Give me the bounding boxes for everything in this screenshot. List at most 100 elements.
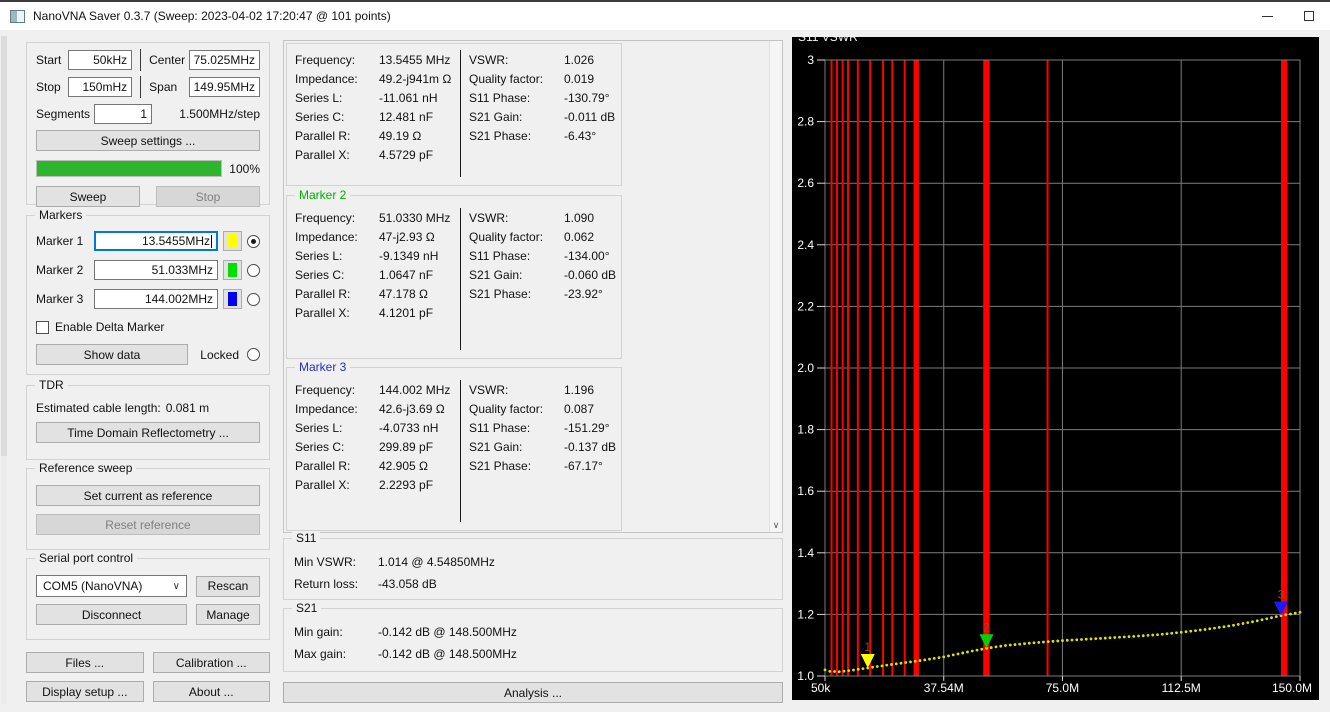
field-label: Series L: — [295, 420, 343, 435]
marker-data-scroll-area: Frequency: 13.5455 MHz Impedance: 49.2-j… — [283, 40, 783, 533]
marker-data-scrollbar[interactable]: ∨ — [769, 41, 782, 532]
field-label: Parallel X: — [295, 477, 350, 492]
field-label: Frequency: — [295, 210, 356, 225]
marker-color-button[interactable] — [223, 260, 242, 280]
marker-select-radio[interactable] — [247, 292, 260, 306]
marker-label: Marker 3 — [36, 292, 84, 306]
span-input[interactable]: 149.95MHz — [188, 77, 260, 97]
field-value: 1.026 — [564, 52, 595, 67]
disconnect-button[interactable]: Disconnect — [36, 604, 187, 625]
maximize-icon — [1304, 11, 1314, 21]
calibration-button[interactable]: Calibration ... — [152, 652, 270, 673]
data-row: S11 Phase: -151.29° — [469, 418, 621, 437]
locked-radio[interactable] — [247, 348, 260, 361]
data-row: VSWR: 1.090 — [469, 208, 621, 227]
svg-text:150.0M: 150.0M — [1272, 681, 1312, 695]
progress-percent: 100% — [229, 161, 260, 176]
sweep-control-frame: Start 50kHz Center 75.025MHz Stop 150mHz… — [26, 42, 270, 207]
data-row: VSWR: 1.026 — [469, 50, 621, 69]
set-reference-button[interactable]: Set current as reference — [36, 485, 260, 506]
start-label: Start — [36, 53, 62, 67]
s21-stats-title: S21 — [292, 601, 322, 615]
stop-label: Stop — [36, 80, 61, 94]
data-row: Parallel R: 49.19 Ω — [295, 126, 460, 145]
marker-select-radio[interactable] — [247, 234, 260, 248]
field-label: VSWR: — [469, 210, 509, 225]
field-label: Parallel R: — [295, 128, 351, 143]
field-value: 47.178 Ω — [379, 286, 429, 301]
center-input[interactable]: 75.025MHz — [188, 50, 260, 70]
maximize-button[interactable] — [1288, 2, 1330, 30]
files-button[interactable]: Files ... — [26, 652, 144, 673]
marker-select-radio[interactable] — [247, 263, 260, 277]
field-label: VSWR: — [469, 382, 509, 397]
field-label: Parallel R: — [295, 458, 351, 473]
scrollbar-thumb[interactable] — [1, 36, 7, 456]
s11-stats-box: S11 Min VSWR: 1.014 @ 4.54850MHz Return … — [283, 531, 783, 600]
serial-port-frame: Serial port control COM5 (NanoVNA) ∨ Res… — [26, 551, 270, 640]
left-panel-scrollbar[interactable] — [1, 36, 7, 704]
marker-frequency-input[interactable]: 13.5455MHz — [94, 231, 218, 251]
field-value: 13.5455 MHz — [379, 52, 451, 67]
display-setup-button[interactable]: Display setup ... — [26, 681, 144, 702]
field-value: -0.011 dB — [564, 109, 616, 124]
sweep-settings-button[interactable]: Sweep settings ... — [36, 130, 260, 151]
field-value: -0.060 dB — [564, 267, 617, 282]
data-row: S21 Phase: -23.92° — [469, 284, 621, 303]
field-value: 42.6-j3.69 Ω — [379, 401, 445, 416]
segments-input[interactable]: 1 — [94, 104, 152, 124]
tdr-button[interactable]: Time Domain Reflectometry ... — [36, 422, 260, 443]
svg-text:2.0: 2.0 — [797, 361, 814, 375]
marker-frequency-input[interactable]: 144.002MHz — [94, 289, 218, 309]
enable-delta-marker-checkbox[interactable] — [36, 320, 49, 334]
chart-plot[interactable]: 32.82.62.42.22.01.81.61.41.21.050k 37.54M… — [792, 37, 1319, 700]
data-row: S21 Gain: -0.137 dB — [469, 437, 621, 456]
serial-port-select[interactable]: COM5 (NanoVNA) ∨ — [36, 575, 187, 597]
field-label: Quality factor: — [469, 229, 544, 244]
svg-text:1.2: 1.2 — [797, 607, 814, 621]
app-window: NanoVNA Saver 0.3.7 (Sweep: 2023-04-02 1… — [0, 0, 1330, 712]
chevron-down-icon[interactable]: ∨ — [770, 518, 782, 532]
app-icon — [10, 9, 25, 23]
divider — [140, 49, 142, 71]
serial-port-value: COM5 (NanoVNA) — [43, 579, 143, 593]
field-label: Quality factor: — [469, 71, 544, 86]
cable-length-value: 0.081 m — [165, 401, 210, 415]
field-value: -43.058 dB — [378, 577, 437, 591]
stop-input[interactable]: 150mHz — [68, 77, 133, 97]
cable-length-label: Estimated cable length: — [36, 401, 161, 415]
field-label: S21 Gain: — [469, 109, 523, 124]
field-label: VSWR: — [469, 52, 509, 67]
data-row: S21 Gain: -0.060 dB — [469, 265, 621, 284]
marker-color-button[interactable] — [223, 231, 242, 251]
sweep-button[interactable]: Sweep — [36, 186, 140, 207]
marker-color-swatch — [228, 263, 237, 277]
field-label: Parallel R: — [295, 286, 351, 301]
field-value: 47-j2.93 Ω — [379, 229, 435, 244]
start-input[interactable]: 50kHz — [68, 50, 133, 70]
show-data-button[interactable]: Show data — [36, 344, 188, 365]
segments-label: Segments — [36, 107, 91, 121]
about-button[interactable]: About ... — [152, 681, 270, 702]
marker-color-button[interactable] — [223, 289, 242, 309]
data-row: Frequency: 51.0330 MHz — [295, 208, 460, 227]
stop-button[interactable]: Stop — [156, 186, 260, 207]
marker2-details-box: Marker 2 Frequency: 51.0330 MHz Impedanc… — [286, 188, 622, 359]
marker-frequency-input[interactable]: 51.033MHz — [94, 260, 218, 280]
svg-text:1: 1 — [864, 640, 871, 654]
svg-text:1.6: 1.6 — [797, 484, 814, 498]
field-label: Frequency: — [295, 52, 356, 67]
manage-button[interactable]: Manage — [196, 604, 260, 625]
analysis-button[interactable]: Analysis ... — [283, 682, 783, 703]
data-row: Impedance: 42.6-j3.69 Ω — [295, 399, 460, 418]
s11-stats-title: S11 — [292, 531, 321, 545]
field-label: S11 Phase: — [469, 248, 531, 263]
rescan-button[interactable]: Rescan — [196, 575, 260, 597]
field-value: 144.002 MHz — [379, 382, 451, 397]
field-label: S21 Gain: — [469, 439, 523, 454]
s21-stats-box: S21 Min gain: -0.142 dB @ 148.500MHz Max… — [283, 601, 783, 672]
reset-reference-button[interactable]: Reset reference — [36, 514, 260, 535]
s11-vswr-chart[interactable]: S11 VSWR 3 2.8 2.6 2.4 2.2 2.0 1.8 1.6 1.4 1.2 1.0… — [792, 37, 1319, 700]
minimize-button[interactable] — [1246, 2, 1288, 30]
svg-text:2.6: 2.6 — [797, 176, 814, 190]
